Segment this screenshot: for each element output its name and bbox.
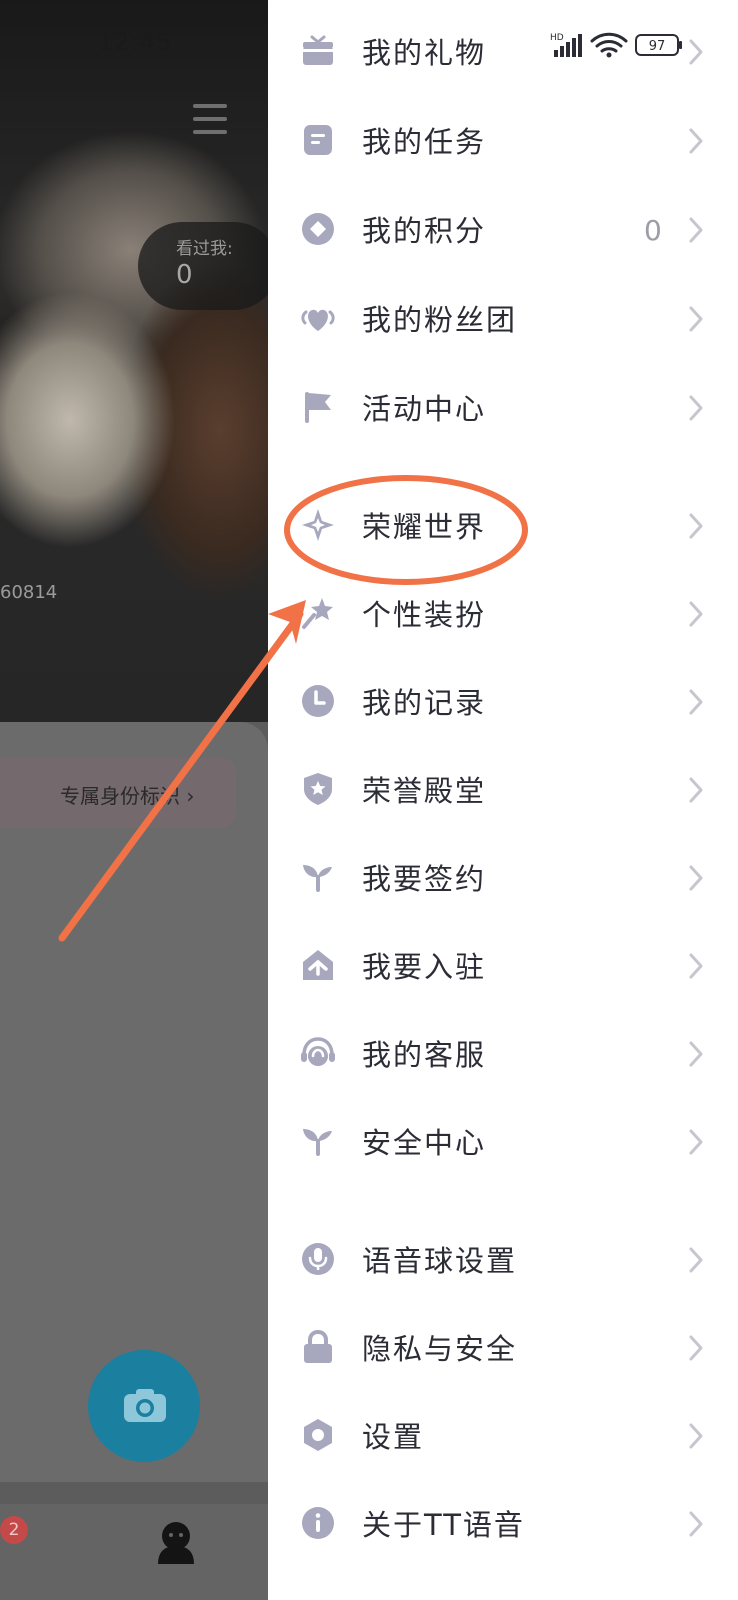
annotation-overlay: [58, 475, 528, 942]
annotation-arrow: [58, 610, 304, 942]
highlight-ellipse: [284, 475, 528, 585]
